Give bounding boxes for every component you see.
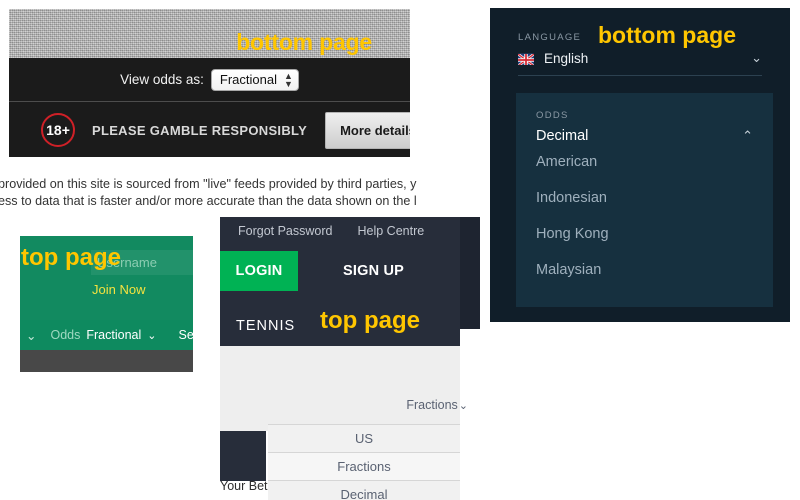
settings-panel: bottom page LANGUAGE English ⌄ ODDS Deci… xyxy=(490,8,790,322)
fractions-dropdown-toggle[interactable]: Fractions⌄ xyxy=(406,398,468,412)
odds-menu-item-us[interactable]: US xyxy=(268,425,460,453)
odds-option-american[interactable]: American xyxy=(516,144,773,180)
odds-label: ODDS xyxy=(536,110,569,121)
disclaimer-line-2: ess to data that is faster and/or more a… xyxy=(0,193,417,208)
responsible-gambling-bar: 18+ PLEASE GAMBLE RESPONSIBLY More detai… xyxy=(9,103,410,157)
overlay-annotation-bottom-page-2: bottom page xyxy=(598,22,736,48)
disclaimer-line-1: provided on this site is sourced from "l… xyxy=(0,177,417,191)
your-bets-label: Your Bets xyxy=(220,479,274,493)
odds-format-card: ODDS Decimal ⌃ American Indonesian Hong … xyxy=(516,93,773,307)
language-row[interactable]: English ⌄ xyxy=(518,51,762,76)
responsible-gambling-text: PLEASE GAMBLE RESPONSIBLY xyxy=(92,122,308,138)
odds-selected-value: Decimal xyxy=(536,128,589,144)
odds-value[interactable]: Fractional xyxy=(86,328,141,342)
chevron-down-icon-language[interactable]: ⌄ xyxy=(751,51,762,66)
age-18-plus-badge: 18+ xyxy=(41,113,75,147)
language-value: English xyxy=(544,51,589,66)
sidebar-item-tennis[interactable]: TENNIS xyxy=(236,318,295,334)
betting-nav-panel: Forgot Password Help Centre LOGIN SIGN U… xyxy=(220,217,480,500)
disclaimer-text-strip: provided on this site is sourced from "l… xyxy=(0,176,477,208)
odds-option-malaysian[interactable]: Malaysian xyxy=(516,252,773,288)
overlay-annotation-top-page-2: top page xyxy=(320,307,420,334)
overlay-annotation-bottom-page: bottom page xyxy=(236,29,372,55)
betslip-dark-block xyxy=(220,431,266,481)
chevron-down-icon-odds[interactable]: ⌄ xyxy=(147,329,156,342)
odds-menu-item-fractions[interactable]: Fractions xyxy=(268,453,460,481)
odds-view-select[interactable]: Fractional xyxy=(210,68,299,91)
more-details-button[interactable]: More details xyxy=(325,111,410,149)
odds-card-header: ODDS xyxy=(516,93,773,121)
help-centre-link[interactable]: Help Centre xyxy=(357,224,424,238)
chevron-down-icon-fractions: ⌄ xyxy=(458,400,468,412)
green-panel-footer-strip xyxy=(20,350,193,372)
nav-right-strip xyxy=(460,217,480,329)
fractions-toggle-label: Fractions xyxy=(406,398,458,412)
screenshot-stage: bottom page View odds as: Fractional ▲ ▼ … xyxy=(0,0,800,500)
odds-view-label: View odds as: xyxy=(120,72,204,87)
chevron-down-icon-left[interactable]: ⌄ xyxy=(26,328,36,343)
odds-menu-item-decimal[interactable]: Decimal xyxy=(268,481,460,500)
odds-footer-panel: bottom page View odds as: Fractional ▲ ▼ … xyxy=(9,9,410,157)
login-button[interactable]: LOGIN xyxy=(220,251,298,291)
odds-label: Odds xyxy=(50,328,81,342)
search-label-partial[interactable]: Se xyxy=(178,328,193,342)
uk-flag-icon xyxy=(518,52,534,65)
utility-nav-row: Forgot Password Help Centre xyxy=(220,217,460,244)
odds-selected-row[interactable]: Decimal ⌃ xyxy=(516,128,773,144)
odds-format-dropdown-menu: US Fractions Decimal xyxy=(268,424,460,500)
forgot-password-link[interactable]: Forgot Password xyxy=(238,224,332,238)
signup-button[interactable]: SIGN UP xyxy=(343,251,404,291)
odds-option-hong-kong[interactable]: Hong Kong xyxy=(516,216,773,252)
odds-option-indonesian[interactable]: Indonesian xyxy=(516,180,773,216)
green-bookmaker-panel: Username Join Now top page ⌄ Odds Fracti… xyxy=(20,236,193,372)
odds-view-bar: View odds as: Fractional ▲ ▼ xyxy=(9,58,410,102)
content-light-area xyxy=(220,346,460,431)
auth-buttons-row: LOGIN SIGN UP xyxy=(220,251,460,291)
join-now-link[interactable]: Join Now xyxy=(92,282,145,297)
green-odds-row: ⌄ Odds Fractional ⌄ Se xyxy=(20,320,193,350)
chevron-up-icon-odds[interactable]: ⌃ xyxy=(742,129,753,144)
overlay-annotation-top-page: top page xyxy=(21,244,121,271)
odds-select-wrapper[interactable]: Fractional ▲ ▼ xyxy=(210,68,299,91)
